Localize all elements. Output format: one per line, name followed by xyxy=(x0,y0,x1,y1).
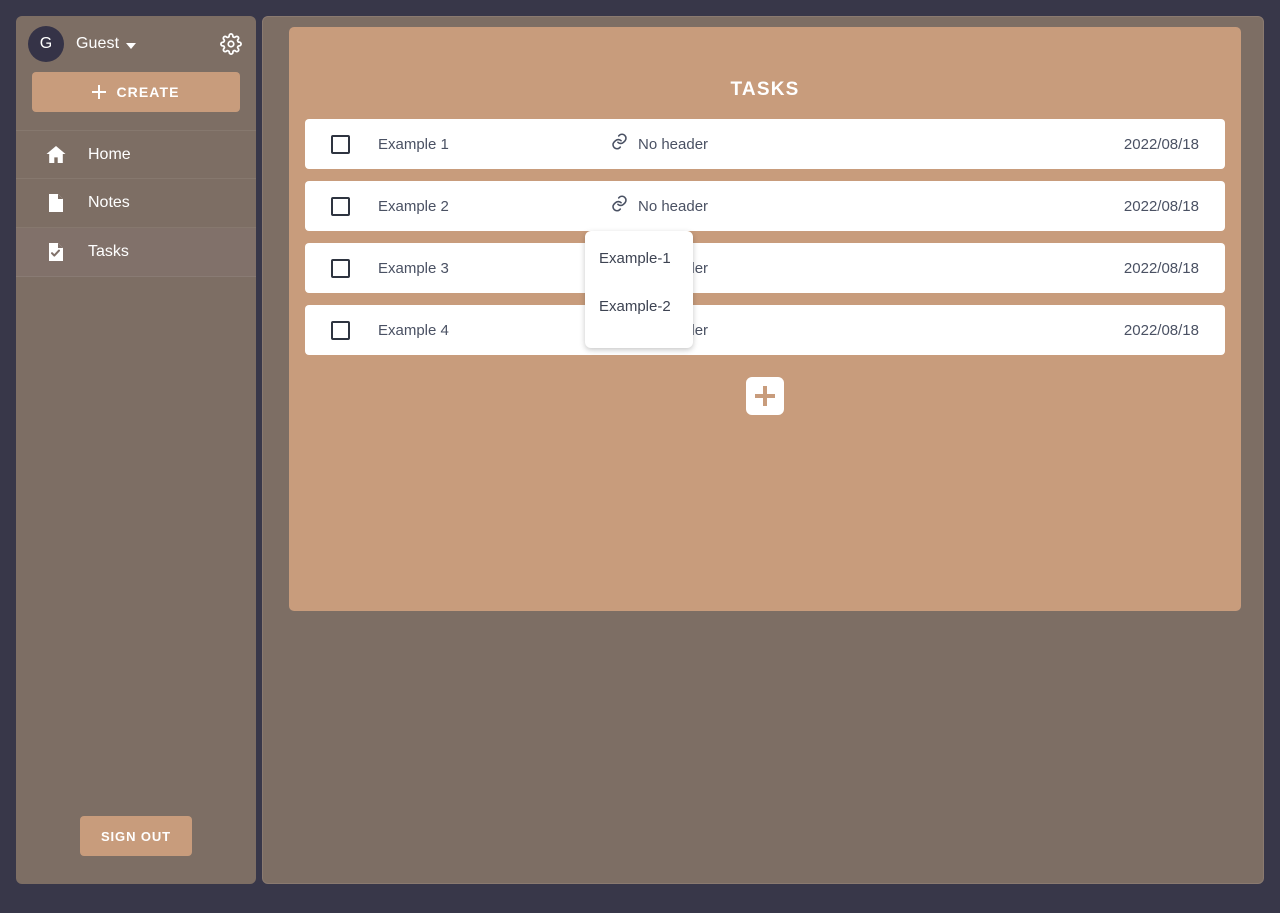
note-icon xyxy=(44,191,68,215)
avatar: G xyxy=(28,26,64,62)
page-title: TASKS xyxy=(289,27,1241,101)
task-link-cell[interactable]: No header xyxy=(610,194,1124,218)
gear-icon[interactable] xyxy=(220,33,242,55)
task-check-icon xyxy=(44,240,68,264)
home-icon xyxy=(44,143,68,167)
sidebar-nav: Home Notes xyxy=(16,130,256,277)
table-row[interactable]: Example 2 No header 2022/08/18 xyxy=(305,181,1225,231)
task-date-label: 2022/08/18 xyxy=(1124,260,1199,277)
signout-container: SIGN OUT xyxy=(16,816,256,856)
task-name-label: Example 4 xyxy=(378,322,610,339)
sidebar-item-home[interactable]: Home xyxy=(16,130,256,179)
sidebar-item-label: Notes xyxy=(88,194,130,212)
sidebar: G Guest CREATE Home xyxy=(16,16,256,884)
plus-icon xyxy=(92,85,106,99)
add-task-container xyxy=(289,377,1241,415)
sign-out-button[interactable]: SIGN OUT xyxy=(80,816,192,856)
task-date-label: 2022/08/18 xyxy=(1124,198,1199,215)
task-date-label: 2022/08/18 xyxy=(1124,322,1199,339)
link-icon xyxy=(610,132,629,156)
tasks-card: TASKS Example 1 No header 2 xyxy=(289,27,1241,611)
dropdown-item-example-2[interactable]: Example-2 xyxy=(585,282,693,330)
task-checkbox[interactable] xyxy=(331,321,350,340)
task-link-cell[interactable]: No header xyxy=(610,132,1124,156)
chevron-down-icon[interactable] xyxy=(126,43,136,49)
table-row[interactable]: Example 4 No header 2022/08/18 xyxy=(305,305,1225,355)
user-name-label: Guest xyxy=(76,35,119,53)
sidebar-item-tasks[interactable]: Tasks xyxy=(16,228,256,277)
add-task-button[interactable] xyxy=(746,377,784,415)
task-name-label: Example 3 xyxy=(378,260,610,277)
main-panel: TASKS Example 1 No header 2 xyxy=(262,16,1264,884)
task-name-label: Example 1 xyxy=(378,136,610,153)
task-link-label: No header xyxy=(638,198,708,215)
task-link-label: No header xyxy=(638,136,708,153)
create-button-label: CREATE xyxy=(116,84,179,100)
dropdown-item-example-1[interactable]: Example-1 xyxy=(585,234,693,282)
task-name-label: Example 2 xyxy=(378,198,610,215)
create-button[interactable]: CREATE xyxy=(32,72,240,112)
link-dropdown-menu[interactable]: Example-1 Example-2 xyxy=(585,231,693,348)
task-checkbox[interactable] xyxy=(331,197,350,216)
task-checkbox[interactable] xyxy=(331,135,350,154)
app-root: G Guest CREATE Home xyxy=(0,0,1280,913)
sidebar-item-notes[interactable]: Notes xyxy=(16,179,256,228)
sidebar-item-label: Tasks xyxy=(88,243,129,261)
table-row[interactable]: Example 3 No header 2022/08/18 xyxy=(305,243,1225,293)
link-icon xyxy=(610,194,629,218)
table-row[interactable]: Example 1 No header 2022/08/18 xyxy=(305,119,1225,169)
sidebar-item-label: Home xyxy=(88,146,131,164)
task-date-label: 2022/08/18 xyxy=(1124,136,1199,153)
tasks-list: Example 1 No header 2022/08/18 xyxy=(289,119,1241,355)
sidebar-header: G Guest xyxy=(16,16,256,72)
task-checkbox[interactable] xyxy=(331,259,350,278)
